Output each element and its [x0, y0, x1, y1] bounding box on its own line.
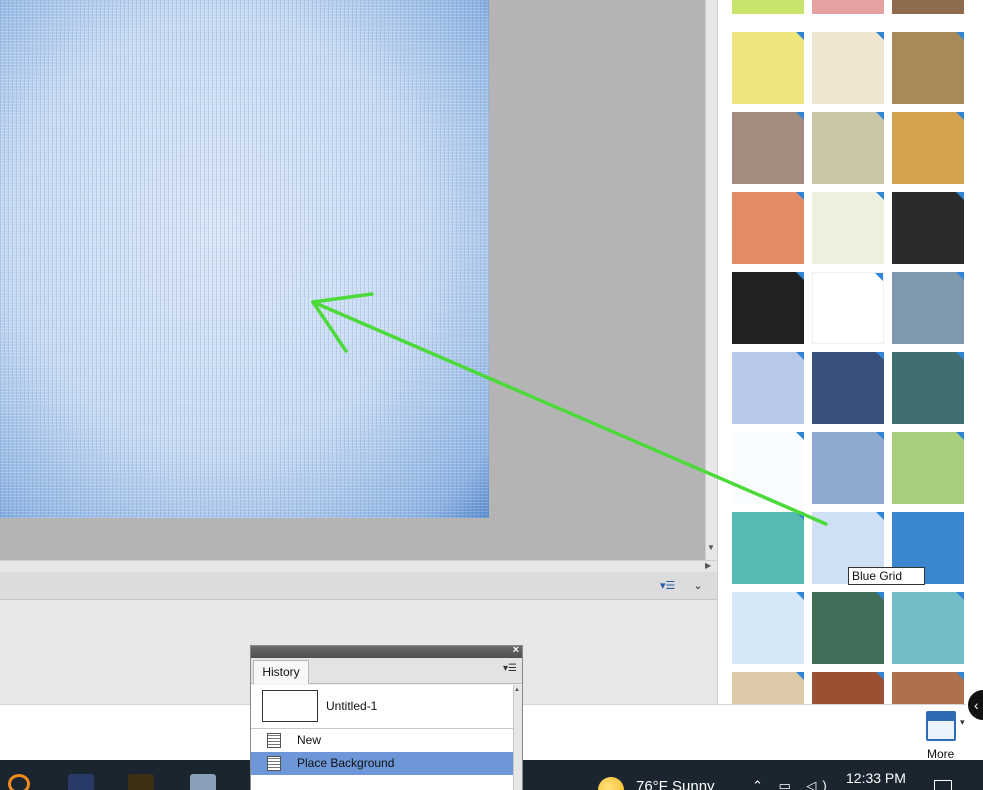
more-label: More	[927, 747, 955, 761]
weather-sun-icon[interactable]	[598, 777, 624, 790]
scroll-down-arrow-icon[interactable]: ▼	[707, 543, 715, 552]
chevron-down-icon[interactable]: ▾	[960, 717, 965, 728]
thumb-teal-texture[interactable]	[892, 352, 964, 424]
notification-icon[interactable]	[934, 780, 952, 790]
thumb-pink-animal[interactable]	[812, 0, 884, 14]
system-tray-icons[interactable]: ⌃ ▭ ◁)	[752, 778, 833, 790]
more-button[interactable]: ▾ More	[922, 707, 965, 761]
document-canvas[interactable]	[0, 0, 489, 518]
canvas-area[interactable]	[0, 0, 705, 560]
snapshot-label: Untitled-1	[326, 699, 378, 713]
history-panel: × History ▾☰ Untitled-1 New Place Backgr…	[250, 644, 523, 790]
thumb-black[interactable]	[732, 272, 804, 344]
thumb-green-stripes[interactable]	[892, 432, 964, 504]
thumb-navy-brick[interactable]	[812, 352, 884, 424]
panel-bar: ▾☰ ⌄	[0, 572, 717, 600]
thumb-slate-grunge[interactable]	[892, 272, 964, 344]
close-icon[interactable]: ×	[513, 644, 519, 656]
thumbnail-tooltip: Blue Grid	[848, 567, 925, 585]
history-step-new[interactable]: New	[251, 729, 513, 752]
history-list: Untitled-1 New Place Background	[251, 685, 513, 790]
scroll-up-arrow-icon[interactable]: ▲	[514, 687, 520, 693]
thumb-lime[interactable]	[732, 0, 804, 14]
thumb-parchment[interactable]	[892, 32, 964, 104]
history-tabbar: History ▾☰	[251, 658, 522, 684]
thumb-taupe[interactable]	[732, 112, 804, 184]
search-icon[interactable]	[8, 774, 30, 790]
photo-editor-window: ▼ ▶ ▾☰ ⌄ ▼ Blue Grid ▾ More ‹ × History …	[0, 0, 983, 790]
graphics-panel: ▼	[717, 0, 983, 744]
thumb-green-blue-stripes[interactable]	[732, 512, 804, 584]
panel-menu-icon[interactable]: ▾☰	[503, 663, 517, 674]
document-icon	[267, 756, 281, 771]
premiere-elements-icon[interactable]	[128, 774, 154, 790]
thumb-white[interactable]	[812, 272, 884, 344]
thumb-dark-plaid[interactable]	[892, 192, 964, 264]
history-step-label: New	[297, 733, 322, 747]
thumb-green-grunge[interactable]	[812, 592, 884, 664]
canvas-horizontal-scrollbar[interactable]: ▶	[0, 560, 717, 572]
thumb-pastel-stripes[interactable]	[732, 352, 804, 424]
thumb-orange-bokeh[interactable]	[732, 192, 804, 264]
thumb-white-sparkle[interactable]	[732, 432, 804, 504]
photoshop-elements-icon[interactable]	[68, 774, 94, 790]
thumb-polka-dots[interactable]	[892, 112, 964, 184]
canvas-vertical-scrollbar[interactable]: ▼	[705, 0, 717, 560]
weather-text[interactable]: 76°F Sunny	[636, 778, 715, 790]
thumb-yellow-bubbles[interactable]	[732, 32, 804, 104]
thumb-light-blue-check[interactable]	[732, 592, 804, 664]
thumb-aqua-grunge[interactable]	[892, 592, 964, 664]
panel-menu-icon[interactable]: ▾☰	[660, 579, 676, 593]
history-step-place-background[interactable]: Place Background	[251, 752, 513, 775]
thumb-brown-animal[interactable]	[892, 0, 964, 14]
thumb-blue-stripes[interactable]	[812, 432, 884, 504]
taskbar-clock[interactable]: 12:33 PM	[846, 770, 906, 786]
history-step-label: Place Background	[297, 756, 395, 770]
chevron-down-icon[interactable]: ⌄	[690, 578, 706, 594]
thumb-cream-bear[interactable]	[812, 32, 884, 104]
thumb-sage[interactable]	[812, 112, 884, 184]
document-icon	[267, 733, 281, 748]
history-titlebar[interactable]: ×	[251, 644, 522, 658]
history-scrollbar[interactable]: ▲	[513, 685, 522, 790]
history-snapshot[interactable]: Untitled-1	[251, 685, 513, 729]
app-icon[interactable]	[190, 774, 216, 790]
thumb-stripes-dino[interactable]	[812, 192, 884, 264]
window-icon	[926, 711, 956, 741]
scroll-right-arrow-icon[interactable]: ▶	[705, 561, 711, 570]
tab-history[interactable]: History	[253, 660, 309, 684]
snapshot-thumbnail	[262, 690, 318, 722]
